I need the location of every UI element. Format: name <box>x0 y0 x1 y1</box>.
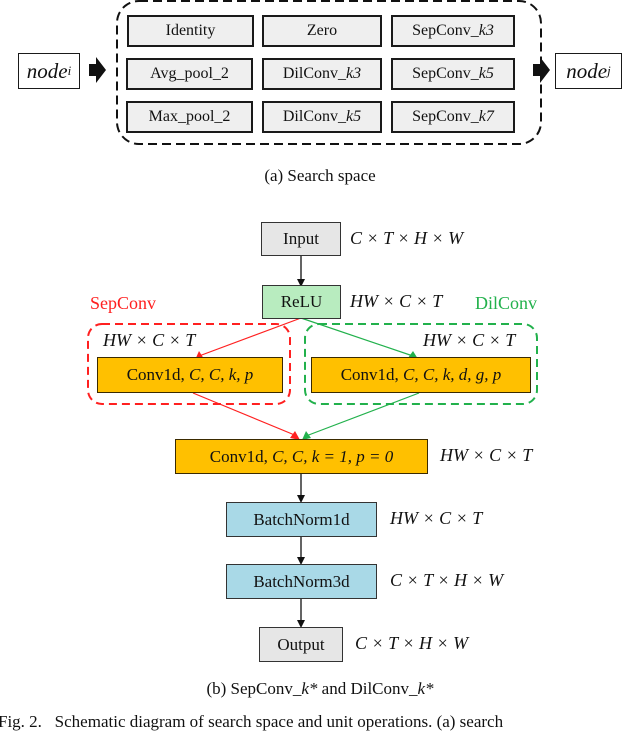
relu-label: ReLU <box>280 292 323 311</box>
batchnorm1d-label: BatchNorm1d <box>253 509 350 529</box>
conv-prefix: Conv1d, <box>340 365 404 384</box>
node-j-subscript: j <box>607 63 611 78</box>
arrow-out-icon <box>533 57 550 83</box>
output-block: Output <box>259 627 343 662</box>
op-label: SepConv_ <box>412 65 479 82</box>
pointwise-dim: HW × C × T <box>440 445 533 465</box>
op-label: Identity <box>165 22 216 39</box>
op-suffix: k7 <box>478 108 494 125</box>
node-i: node i <box>18 53 80 89</box>
output-label: Output <box>277 634 325 654</box>
dilconv-title: DilConv <box>475 293 538 313</box>
node-i-label: node <box>26 58 68 83</box>
op-suffix: k3 <box>346 65 362 82</box>
op-suffix: k5 <box>478 65 494 82</box>
op-zero: Zero <box>262 15 382 47</box>
relu-block: ReLU <box>262 285 341 319</box>
op-label: SepConv_ <box>412 108 479 125</box>
conv-prefix: Conv1d, <box>126 365 190 384</box>
batchnorm1d-block: BatchNorm1d <box>226 502 377 537</box>
batchnorm3d-dim: C × T × H × W <box>390 570 504 590</box>
op-label: SepConv_ <box>412 22 479 39</box>
op-label: DilConv_ <box>282 108 346 125</box>
op-suffix: k5 <box>346 108 362 125</box>
pointwise-conv1d-block: Conv1d, C, C, k = 1, p = 0 <box>175 439 428 474</box>
conv-params: C, C, k = 1, p = 0 <box>272 446 394 466</box>
op-label: Zero <box>306 22 338 39</box>
dilconv-dim: HW × C × T <box>423 330 516 350</box>
output-dim: C × T × H × W <box>355 633 469 653</box>
input-label: Input <box>283 229 319 248</box>
node-j: node j <box>555 53 622 89</box>
caption-b-part: and DilConv_ <box>317 679 418 698</box>
input-block: Input <box>261 222 341 256</box>
op-identity: Identity <box>127 15 254 47</box>
batchnorm3d-label: BatchNorm3d <box>253 571 350 591</box>
input-dim: C × T × H × W <box>350 228 464 248</box>
op-label: Avg_pool_2 <box>150 65 229 82</box>
op-dilconv-k3: DilConv_ k3 <box>262 58 382 90</box>
node-i-subscript: i <box>67 63 72 78</box>
sepconv-dim: HW × C × T <box>103 330 196 350</box>
dilconv-conv1d-block: Conv1d, C, C, k, d, g, p <box>311 357 531 393</box>
conv-prefix: Conv1d, <box>209 446 273 466</box>
sepconv-title: SepConv <box>90 293 157 313</box>
op-label: Max_pool_2 <box>148 108 231 125</box>
op-max-pool-2: Max_pool_2 <box>126 101 253 133</box>
op-suffix: k3 <box>478 22 494 39</box>
node-j-label: node <box>566 58 608 83</box>
batchnorm1d-dim: HW × C × T <box>390 508 483 528</box>
edge-dilconv-pointwise <box>305 392 420 437</box>
caption-b-part: (b) SepConv_ <box>206 679 302 698</box>
sepconv-conv1d-block: Conv1d, C, C, k, p <box>97 357 283 393</box>
op-sepconv-k5: SepConv_ k5 <box>391 58 515 90</box>
relu-dim: HW × C × T <box>350 291 443 311</box>
caption-b-k1: k* <box>301 679 318 698</box>
op-label: DilConv_ <box>282 65 346 82</box>
caption-b: (b) SepConv_k* and DilConv_k* <box>0 679 640 699</box>
edge-sepconv-pointwise <box>192 392 298 437</box>
op-dilconv-k5: DilConv_ k5 <box>262 101 382 133</box>
op-sepconv-k7: SepConv_ k7 <box>391 101 515 133</box>
conv-params: C, C, k, p <box>189 365 254 384</box>
caption-b-k2: k* <box>417 679 434 698</box>
caption-a: (a) Search space <box>264 166 376 185</box>
op-sepconv-k3: SepConv_ k3 <box>391 15 515 47</box>
figure-caption: Fig. 2. Schematic diagram of search spac… <box>0 712 504 731</box>
batchnorm3d-block: BatchNorm3d <box>226 564 377 599</box>
edge-relu-dilconv <box>300 317 414 357</box>
op-avg-pool-2: Avg_pool_2 <box>126 58 253 90</box>
arrow-in-icon <box>89 57 106 83</box>
conv-params: C, C, k, d, g, p <box>403 365 502 384</box>
